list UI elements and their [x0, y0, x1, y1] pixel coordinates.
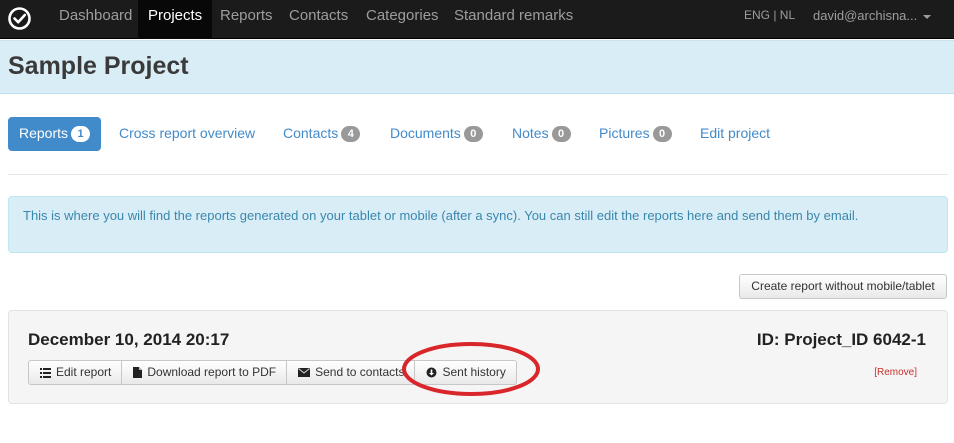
- top-navbar: Dashboard Projects Reports Contacts Cate…: [0, 0, 954, 39]
- tab-label: Edit project: [700, 125, 771, 141]
- count-badge: 4: [341, 126, 361, 142]
- tab-label: Notes: [512, 125, 549, 141]
- report-id: ID: Project_ID 6042-1: [756, 330, 926, 349]
- tab-edit-project[interactable]: Edit project: [689, 117, 781, 151]
- tab-label: Pictures: [599, 125, 650, 141]
- report-item: December 10, 2014 20:17 ID: Project_ID 6…: [8, 310, 948, 404]
- tab-pictures[interactable]: Pictures 0: [588, 117, 683, 151]
- divider: [8, 174, 948, 175]
- nav-reports[interactable]: Reports: [210, 0, 283, 39]
- report-actions: Edit report Download report to PDF Send …: [28, 360, 517, 385]
- send-to-contacts-button[interactable]: Send to contacts: [286, 360, 416, 385]
- page-header: Sample Project: [0, 40, 954, 94]
- remove-link[interactable]: [Remove]: [874, 367, 917, 378]
- count-badge: 0: [463, 126, 483, 142]
- nav-categories[interactable]: Categories: [356, 0, 449, 39]
- nav-projects[interactable]: Projects: [138, 0, 213, 39]
- button-label: Sent history: [442, 365, 506, 379]
- language-switcher[interactable]: ENG | NL: [744, 0, 795, 31]
- edit-report-button[interactable]: Edit report: [28, 360, 123, 385]
- sent-history-button[interactable]: Sent history: [414, 360, 517, 385]
- tab-reports[interactable]: Reports 1: [8, 117, 102, 151]
- info-circle-icon: [426, 367, 437, 378]
- download-pdf-button[interactable]: Download report to PDF: [121, 360, 288, 385]
- info-alert: This is where you will find the reports …: [8, 196, 948, 253]
- list-icon: [40, 367, 51, 378]
- tab-label: Documents: [390, 125, 461, 141]
- nav-contacts[interactable]: Contacts: [279, 0, 358, 39]
- page-title: Sample Project: [8, 52, 189, 80]
- check-circle-icon[interactable]: [7, 6, 32, 31]
- count-badge: 0: [551, 126, 571, 142]
- file-icon: [133, 367, 143, 378]
- tab-label: Reports: [19, 125, 69, 141]
- count-badge: 1: [71, 126, 91, 142]
- tab-documents[interactable]: Documents 0: [379, 117, 494, 151]
- button-label: Download report to PDF: [147, 365, 277, 379]
- tab-cross-report-overview[interactable]: Cross report overview: [108, 117, 266, 151]
- tab-notes[interactable]: Notes 0: [501, 117, 582, 151]
- nav-dashboard[interactable]: Dashboard: [49, 0, 142, 39]
- tab-contacts[interactable]: Contacts 4: [272, 117, 371, 151]
- report-date: December 10, 2014 20:17: [28, 330, 230, 349]
- envelope-icon: [298, 368, 311, 377]
- tab-label: Contacts: [283, 125, 339, 141]
- button-label: Send to contacts: [315, 365, 405, 379]
- tab-label: Cross report overview: [119, 125, 256, 141]
- nav-standard-remarks[interactable]: Standard remarks: [444, 0, 583, 39]
- create-report-button[interactable]: Create report without mobile/tablet: [739, 274, 947, 299]
- user-menu[interactable]: david@archisna...: [813, 0, 932, 31]
- count-badge: 0: [652, 126, 672, 142]
- caret-down-icon: [923, 14, 932, 19]
- button-label: Edit report: [56, 365, 112, 379]
- user-email: david@archisna...: [813, 8, 918, 23]
